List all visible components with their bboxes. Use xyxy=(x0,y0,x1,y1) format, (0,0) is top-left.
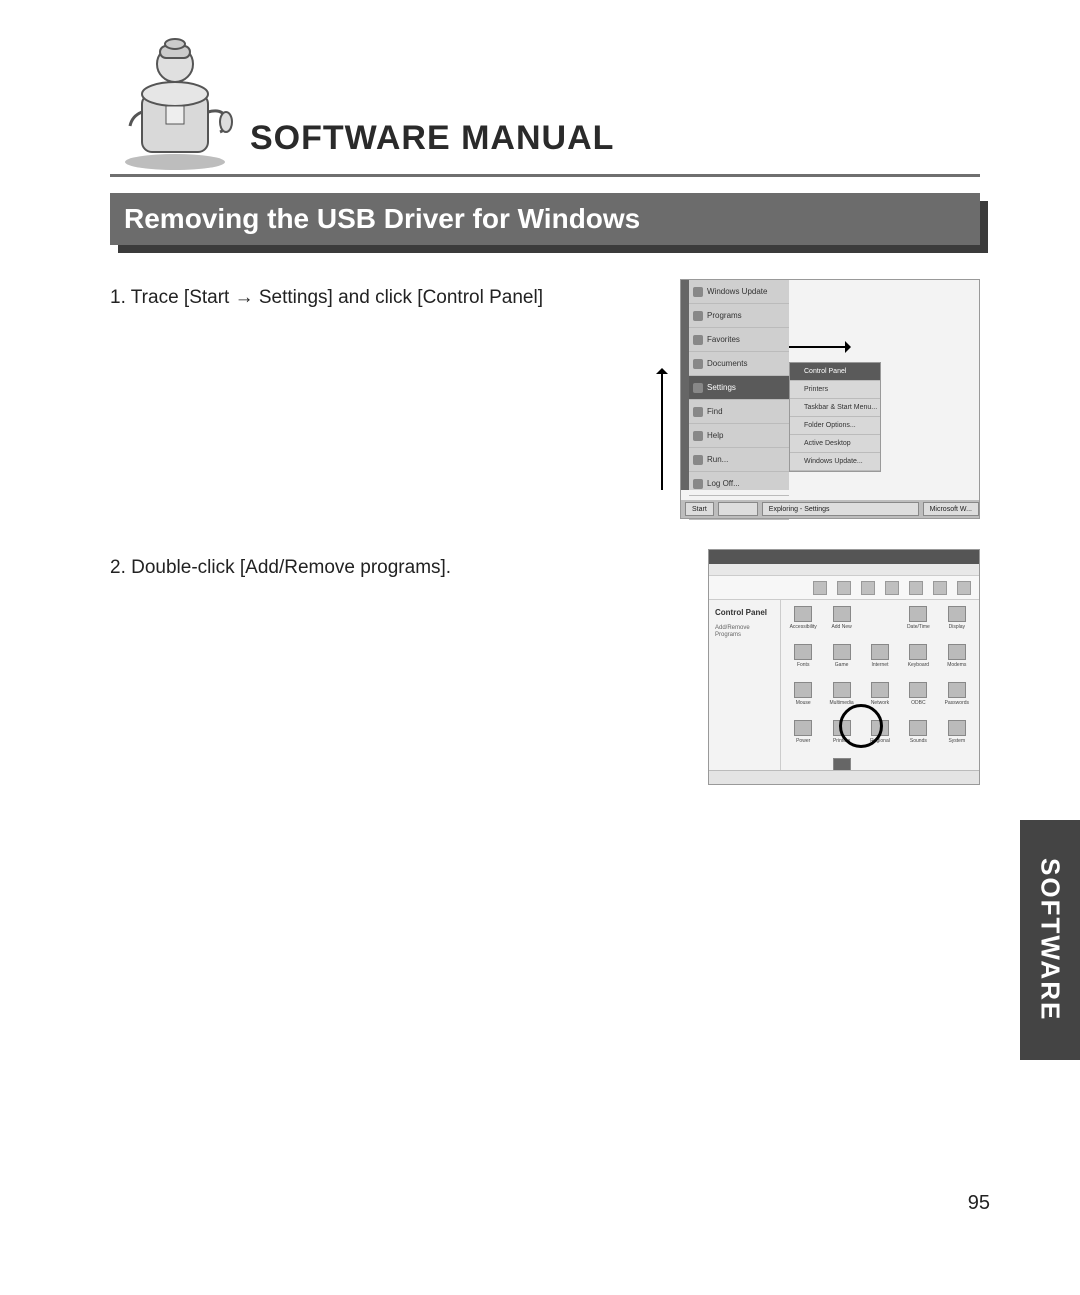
settings-submenu: Control Panel Printers Taskbar & Start M… xyxy=(789,362,881,472)
section-heading-text: Removing the USB Driver for Windows xyxy=(110,193,980,245)
cp-icon: Display xyxy=(941,606,973,640)
submenu-item: Printers xyxy=(804,386,828,393)
section-heading: Removing the USB Driver for Windows xyxy=(110,193,980,245)
taskbar-item: Exploring - Settings xyxy=(762,502,919,516)
cp-icon: Keyboard xyxy=(902,644,934,678)
toolbar-icon xyxy=(885,581,899,595)
taskbar-tray xyxy=(718,502,758,516)
toolbar-icon xyxy=(933,581,947,595)
start-button: Start xyxy=(685,502,714,516)
submenu-item: Folder Options... xyxy=(804,422,856,429)
control-panel-icons: Accessibility Add New Date/Time Display … xyxy=(781,600,979,770)
menu-item: Find xyxy=(707,407,723,416)
control-panel-sidebar: Control Panel Add/Remove Programs xyxy=(709,600,781,770)
window-titlebar xyxy=(709,550,979,564)
step-2-row: 2. Double-click [Add/Remove programs]. C… xyxy=(110,549,980,785)
step-2-text: 2. Double-click [Add/Remove programs]. xyxy=(110,549,680,581)
cp-icon: Add New xyxy=(825,606,857,640)
window-statusbar xyxy=(709,770,979,784)
menu-item: Programs xyxy=(707,311,742,320)
menu-item: Run... xyxy=(707,455,728,464)
cp-icon: Date/Time xyxy=(902,606,934,640)
cp-icon: Fonts xyxy=(787,644,819,678)
start-menu-column: Windows Update Programs Favorites Docume… xyxy=(689,280,789,490)
window-toolbar xyxy=(709,576,979,600)
mascot-illustration xyxy=(110,32,240,172)
menu-item: Windows Update xyxy=(707,287,767,296)
menu-item: Help xyxy=(707,431,723,440)
window-menubar xyxy=(709,564,979,576)
step-1-row: 1. Trace [Start → Settings] and click [C… xyxy=(110,279,980,519)
sidebar-subtitle: Add/Remove Programs xyxy=(715,625,774,639)
menu-item: Favorites xyxy=(707,335,740,344)
toolbar-icon xyxy=(909,581,923,595)
cp-icon: Sounds xyxy=(902,720,934,754)
highlight-circle-icon xyxy=(839,704,883,748)
cp-icon: ODBC xyxy=(902,682,934,716)
page-number: 95 xyxy=(968,1192,990,1215)
cp-icon: Power xyxy=(787,720,819,754)
cp-icon: Internet xyxy=(864,644,896,678)
cp-icon: System xyxy=(941,720,973,754)
menu-item: Documents xyxy=(707,359,747,368)
submenu-item: Windows Update... xyxy=(804,458,863,465)
screenshot-start-menu: Windows Update Programs Favorites Docume… xyxy=(680,279,980,519)
cp-icon: Accessibility xyxy=(787,606,819,640)
toolbar-icon xyxy=(957,581,971,595)
header: SOFTWARE MANUAL xyxy=(110,32,980,177)
section-tab: SOFTWARE xyxy=(1020,820,1080,1060)
sidebar-title: Control Panel xyxy=(715,608,774,617)
toolbar-icon xyxy=(837,581,851,595)
document-title: SOFTWARE MANUAL xyxy=(250,119,614,172)
submenu-item: Taskbar & Start Menu... xyxy=(804,404,877,411)
submenu-control-panel: Control Panel xyxy=(804,368,846,375)
arrow-up-icon xyxy=(661,370,663,490)
cp-icon: Passwords xyxy=(941,682,973,716)
toolbar-icon xyxy=(813,581,827,595)
cp-icon: Game xyxy=(825,644,857,678)
menu-item-settings: Settings xyxy=(707,383,736,392)
taskbar-item: Microsoft W... xyxy=(923,502,979,516)
taskbar: Start Exploring - Settings Microsoft W..… xyxy=(681,500,979,518)
page: SOFTWARE MANUAL Removing the USB Driver … xyxy=(0,0,1080,1295)
arrow-right-icon xyxy=(789,346,849,348)
step-1-text: 1. Trace [Start → Settings] and click [C… xyxy=(110,279,680,311)
screenshot-control-panel: Control Panel Add/Remove Programs Access… xyxy=(708,549,980,785)
menu-item: Log Off... xyxy=(707,479,740,488)
cp-icon: Modems xyxy=(941,644,973,678)
cp-icon: Mouse xyxy=(787,682,819,716)
submenu-item: Active Desktop xyxy=(804,440,851,447)
toolbar-icon xyxy=(861,581,875,595)
